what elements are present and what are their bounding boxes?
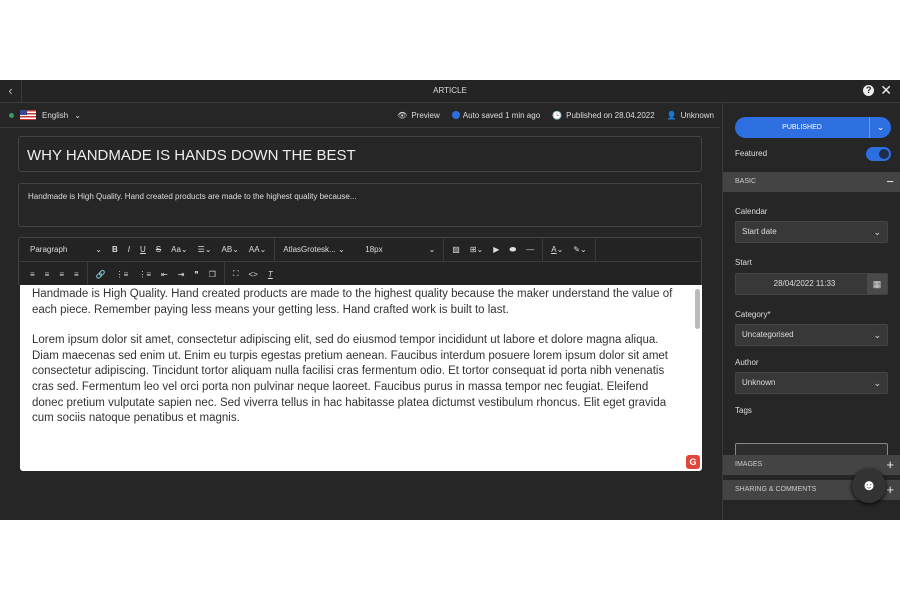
font-size-select[interactable]: 18px ⌄ <box>360 245 440 254</box>
eye-icon: 👁 <box>397 110 408 120</box>
align-left-icon[interactable]: ≡ <box>25 270 40 279</box>
image-icon[interactable]: ▨ <box>447 245 465 254</box>
start-date-input[interactable]: 28/04/2022 11:33 ▦ <box>735 273 888 295</box>
settings-sidebar: PUBLISHED ⌄ Featured BASIC − Calendar Star… <box>722 103 900 520</box>
horizontal-rule-icon[interactable]: — <box>521 245 539 254</box>
editor-toolbar: Paragraph ⌄ B I U S Aa⌄ ☰⌄ AB⌄ AA⌄ AtlasG… <box>18 237 702 286</box>
line-height-button[interactable]: ☰⌄ <box>193 245 217 254</box>
editor-content[interactable]: Handmade is High Quality. Hand created p… <box>20 285 702 471</box>
chevron-down-icon: ⌄ <box>873 227 881 237</box>
text-case-button[interactable]: Aa⌄ <box>166 245 193 254</box>
clear-format-icon[interactable]: T <box>263 270 278 279</box>
highlight-icon[interactable]: ✎⌄ <box>568 245 591 254</box>
align-right-icon[interactable]: ≡ <box>54 270 69 279</box>
scrollbar[interactable] <box>695 289 700 329</box>
plus-icon[interactable]: + <box>886 480 894 500</box>
tags-label: Tags <box>735 406 752 415</box>
code-icon[interactable]: <> <box>244 270 263 279</box>
outdent-icon[interactable]: ⇤ <box>156 270 173 279</box>
clock-icon: 🕒 <box>552 110 563 120</box>
preview-button[interactable]: 👁 Preview <box>397 111 440 120</box>
chatbot-icon[interactable]: ☻ <box>852 469 886 503</box>
block-format-select[interactable]: Paragraph ⌄ <box>25 245 107 254</box>
bold-button[interactable]: B <box>107 245 123 254</box>
window-title: ARTICLE <box>433 86 467 95</box>
numbered-list-icon[interactable]: ⋮≡ <box>111 270 134 279</box>
published-info: 🕒 Published on 28.04.2022 <box>552 110 655 120</box>
table-icon[interactable]: ⊞⌄ <box>465 245 488 254</box>
minus-icon[interactable]: − <box>886 172 894 192</box>
copy-icon[interactable]: ❐ <box>204 270 221 279</box>
paragraph: Lorem ipsum dolor sit amet, consectetur … <box>32 334 668 425</box>
media-icon[interactable]: ▶ <box>488 245 504 254</box>
author-select[interactable]: Unknown ⌄ <box>735 372 888 394</box>
user-icon: 👤 <box>666 110 677 120</box>
start-label: Start <box>735 258 752 267</box>
excerpt-textarea[interactable]: Handmade is High Quality. Hand created p… <box>18 183 702 227</box>
font-family-select[interactable]: AtlasGrotesk... ⌄ <box>278 245 360 254</box>
plus-icon[interactable]: + <box>886 455 894 475</box>
bullet-list-icon[interactable]: ⋮≡ <box>133 270 156 279</box>
grammar-badge-icon[interactable]: G <box>686 455 700 469</box>
chevron-down-icon: ⌄ <box>873 378 881 388</box>
us-flag-icon <box>20 110 36 120</box>
align-justify-icon[interactable]: ≡ <box>69 270 84 279</box>
user-info: 👤 Unknown <box>666 110 714 120</box>
top-bar: ‹ ARTICLE ? ✕ <box>0 80 900 103</box>
heading-input[interactable]: WHY HANDMADE IS HANDS DOWN THE BEST <box>18 136 702 172</box>
author-label: Author <box>735 358 759 367</box>
back-button[interactable]: ‹ <box>0 80 22 103</box>
language-selector[interactable]: English <box>42 111 68 120</box>
article-editor-window: ‹ ARTICLE ? ✕ English ⌄ 👁 Preview Auto save… <box>0 80 900 520</box>
calendar-select[interactable]: Start date ⌄ <box>735 221 888 243</box>
check-circle-icon <box>451 111 460 120</box>
italic-button[interactable]: I <box>123 245 135 254</box>
featured-label: Featured <box>735 149 768 158</box>
status-button[interactable]: PUBLISHED ⌄ <box>735 117 891 138</box>
chevron-down-icon[interactable]: ⌄ <box>74 111 81 120</box>
featured-toggle[interactable] <box>866 147 891 161</box>
link-icon[interactable]: 🔗 <box>91 270 111 279</box>
calendar-label: Calendar <box>735 207 768 216</box>
autosave-status: Auto saved 1 min ago <box>451 111 540 120</box>
chevron-down-icon[interactable]: ⌄ <box>869 117 891 138</box>
sub-bar: English ⌄ 👁 Preview Auto saved 1 min ago 🕒… <box>0 103 720 128</box>
status-dot <box>9 112 14 118</box>
underline-button[interactable]: U <box>135 245 151 254</box>
font-size-scale-button[interactable]: AA⌄ <box>244 245 271 254</box>
help-icon[interactable]: ? <box>863 84 875 96</box>
letter-spacing-button[interactable]: AB⌄ <box>217 245 244 254</box>
indent-icon[interactable]: ⇥ <box>173 270 190 279</box>
basic-section-header[interactable]: BASIC − <box>723 172 900 192</box>
fullscreen-icon[interactable]: ⛶ <box>228 269 244 279</box>
strikethrough-button[interactable]: S <box>151 245 166 254</box>
link-button-icon[interactable]: ⬬ <box>504 245 521 255</box>
paragraph: Handmade is High Quality. Hand created p… <box>32 288 673 316</box>
calendar-icon[interactable]: ▦ <box>867 274 887 294</box>
chevron-down-icon: ⌄ <box>873 330 881 340</box>
category-label: Category* <box>735 310 771 319</box>
align-center-icon[interactable]: ≡ <box>40 270 55 279</box>
blockquote-icon[interactable]: ❞ <box>189 270 203 279</box>
category-select[interactable]: Uncategorised ⌄ <box>735 324 888 346</box>
text-color-icon[interactable]: A⌄ <box>546 245 568 254</box>
close-icon[interactable]: ✕ <box>880 83 892 97</box>
